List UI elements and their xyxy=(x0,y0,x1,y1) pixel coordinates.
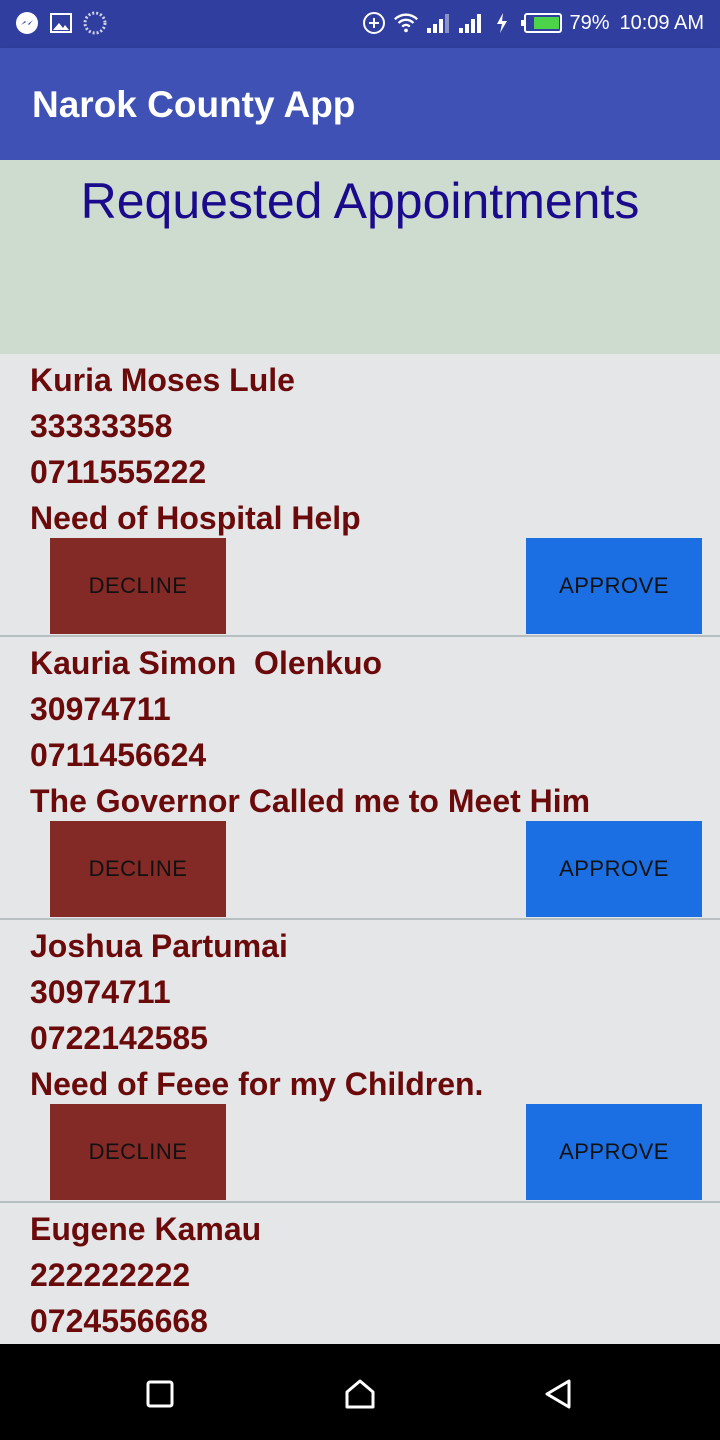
id-number: 33333358 xyxy=(30,408,173,444)
signal-icon xyxy=(457,10,483,36)
requester-name: Eugene Kamau xyxy=(30,1211,262,1247)
phone-number: 0711555222 xyxy=(30,454,207,490)
appointment-card: Kuria Moses Lule 33333358 0711555222 Nee… xyxy=(0,354,720,637)
wifi-icon xyxy=(393,10,419,36)
back-button[interactable] xyxy=(538,1374,578,1414)
phone-number: 0724556668 xyxy=(30,1303,208,1339)
signal-icon xyxy=(425,10,451,36)
battery-icon xyxy=(521,10,563,36)
app-bar: Narok County App xyxy=(0,48,720,160)
app-title: Narok County App xyxy=(32,84,356,125)
id-number: 222222222 xyxy=(30,1257,191,1293)
sync-icon xyxy=(82,10,108,36)
home-icon xyxy=(345,1379,375,1409)
back-triangle-icon xyxy=(545,1379,571,1409)
approve-button[interactable]: APPROVE xyxy=(526,538,702,634)
home-button[interactable] xyxy=(340,1374,380,1414)
id-number: 30974711 xyxy=(30,691,171,727)
approve-button[interactable]: APPROVE xyxy=(526,1104,702,1200)
page-header: Requested Appointments xyxy=(0,160,720,354)
messenger-icon xyxy=(14,10,40,36)
phone-number: 0722142585 xyxy=(30,1020,208,1056)
appointment-list[interactable]: Kuria Moses Lule 33333358 0711555222 Nee… xyxy=(0,354,720,1344)
appointment-card: Joshua Partumai 30974711 0722142585 Need… xyxy=(0,920,720,1203)
approve-button[interactable]: APPROVE xyxy=(526,821,702,917)
gallery-icon xyxy=(48,10,74,36)
battery-percent: 79% xyxy=(569,11,610,34)
appointment-card: Eugene Kamau 222222222 0724556668 xyxy=(0,1203,720,1344)
decline-button[interactable]: DECLINE xyxy=(50,821,226,917)
appointment-card: Kauria Simon Olenkuo 30974711 0711456624… xyxy=(0,637,720,920)
appointment-reason: Need of Feee for my Children. xyxy=(30,1066,484,1102)
page-title: Requested Appointments xyxy=(80,173,640,229)
appointment-reason: The Governor Called me to Meet Him xyxy=(30,783,591,819)
requester-name: Kauria Simon Olenkuo xyxy=(30,645,383,681)
phone-number: 0711456624 xyxy=(30,737,207,773)
requester-name: Joshua Partumai xyxy=(30,928,288,964)
data-saver-icon xyxy=(361,10,387,36)
status-bar: 79% 10:09 AM xyxy=(0,0,720,48)
requester-name: Kuria Moses Lule xyxy=(30,362,295,398)
clock-time: 10:09 AM xyxy=(619,11,704,34)
square-icon xyxy=(146,1380,174,1408)
decline-button[interactable]: DECLINE xyxy=(50,1104,226,1200)
id-number: 30974711 xyxy=(30,974,171,1010)
recents-button[interactable] xyxy=(140,1374,180,1414)
appointment-reason: Need of Hospital Help xyxy=(30,500,361,536)
decline-button[interactable]: DECLINE xyxy=(50,538,226,634)
charging-icon xyxy=(489,10,515,36)
navigation-bar xyxy=(0,1344,720,1440)
